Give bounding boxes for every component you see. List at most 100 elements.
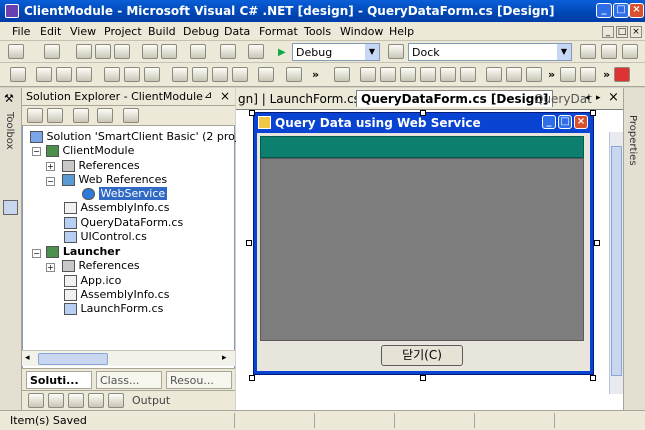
make-same-width-icon[interactable] (172, 67, 188, 82)
collapse-icon[interactable]: − (32, 147, 41, 156)
tab-launchform[interactable]: gn] | LaunchForm.cs (238, 92, 360, 106)
tab-left-arrow-icon[interactable]: ◂ (585, 93, 590, 103)
find-results-icon[interactable] (88, 393, 104, 408)
tree-app-ico[interactable]: App.ico (64, 274, 121, 289)
data-grid[interactable] (260, 158, 584, 341)
menu-debug[interactable]: Debug (183, 25, 219, 38)
resize-handle[interactable] (246, 240, 252, 246)
mdi-close-icon[interactable]: × (630, 26, 642, 38)
resize-handle[interactable] (249, 375, 255, 381)
tree-project-clientmodule[interactable]: ClientModule (46, 144, 134, 159)
open-icon[interactable] (76, 44, 92, 59)
resize-handle[interactable] (420, 110, 426, 116)
tab-right-arrow-icon[interactable]: ▸ (596, 93, 601, 103)
mdi-restore-icon[interactable]: □ (616, 26, 628, 38)
toolbox-label[interactable]: Toolbox (4, 112, 15, 150)
tab-querydataform-design[interactable]: QueryDataForm.cs [Design] (356, 90, 554, 107)
maximize-button[interactable]: □ (613, 3, 629, 18)
undo-icon[interactable] (190, 44, 206, 59)
header-panel[interactable] (260, 136, 584, 158)
properties-icon[interactable] (123, 108, 139, 123)
overflow-chevron-icon[interactable]: » (603, 68, 610, 81)
vertical-scrollbar[interactable] (609, 132, 623, 394)
collapse-icon[interactable]: − (46, 177, 55, 186)
table-icon[interactable] (526, 67, 542, 82)
properties-label[interactable]: Properties (627, 115, 638, 166)
redo-icon[interactable] (220, 44, 236, 59)
output-icon[interactable] (108, 393, 124, 408)
tree-webservice[interactable]: WebService (82, 187, 168, 202)
expand-icon[interactable]: + (46, 263, 55, 272)
horizontal-scrollbar[interactable]: ◂ ▸ (22, 350, 235, 366)
form-close-button[interactable]: × (574, 115, 588, 129)
center-horizontally-icon[interactable] (286, 67, 302, 82)
solution-explorer-icon[interactable] (580, 44, 596, 59)
overflow-chevron-icon[interactable]: » (548, 68, 555, 81)
scroll-thumb[interactable] (611, 146, 622, 376)
tab-class-view[interactable]: Class... (96, 371, 162, 389)
close-document-icon[interactable]: × (608, 90, 619, 105)
resize-handle[interactable] (590, 375, 596, 381)
close-button[interactable]: 닫기(C) (381, 345, 463, 366)
query-icon[interactable] (506, 67, 522, 82)
copy-icon[interactable] (161, 44, 177, 59)
cut-icon[interactable] (142, 44, 158, 59)
resize-handle[interactable] (594, 240, 600, 246)
close-window-button[interactable]: × (629, 3, 644, 18)
align-rights-icon[interactable] (76, 67, 92, 82)
tree-web-references[interactable]: Web References (62, 173, 167, 188)
expand-icon[interactable]: + (46, 162, 55, 171)
hammer-icon[interactable]: ⚒ (4, 92, 14, 105)
view-designer-icon[interactable] (47, 108, 63, 123)
tree-querydataform[interactable]: QueryDataForm.cs (64, 216, 183, 231)
tab-solution-explorer[interactable]: Soluti... (26, 371, 92, 389)
output-label[interactable]: Output (132, 394, 170, 407)
resize-handle[interactable] (420, 375, 426, 381)
make-same-size-icon[interactable] (232, 67, 248, 82)
align-to-grid-icon[interactable] (10, 67, 26, 82)
command-window-icon[interactable] (68, 393, 84, 408)
menu-tools[interactable]: Tools (304, 25, 331, 38)
tree-references[interactable]: References (62, 159, 140, 174)
save-icon[interactable] (95, 44, 111, 59)
tab-querydat[interactable]: QueryDat (534, 92, 592, 106)
form-maximize-button[interactable]: □ (558, 115, 572, 129)
align-lefts-icon[interactable] (36, 67, 52, 82)
scroll-thumb[interactable] (38, 353, 108, 365)
data-adapter-icon[interactable] (360, 67, 376, 82)
align-middles-icon[interactable] (124, 67, 140, 82)
scroll-right-icon[interactable]: ▸ (222, 353, 227, 363)
scroll-left-icon[interactable]: ◂ (25, 353, 30, 363)
tree-assemblyinfo[interactable]: AssemblyInfo.cs (64, 201, 169, 216)
task-list-icon[interactable] (28, 393, 44, 408)
find-combo[interactable]: Dock ▼ (408, 43, 572, 61)
pin-icon[interactable]: ⊿ (204, 90, 212, 101)
menu-file[interactable]: File (12, 25, 30, 38)
web-icon[interactable] (440, 67, 456, 82)
form-minimize-button[interactable]: _ (542, 115, 556, 129)
resize-handle[interactable] (590, 110, 596, 116)
menu-edit[interactable]: Edit (40, 25, 61, 38)
menu-format[interactable]: Format (259, 25, 298, 38)
show-all-files-icon[interactable] (97, 108, 113, 123)
new-project-icon[interactable] (8, 44, 24, 59)
tree-uicontrol[interactable]: UIControl.cs (64, 230, 147, 245)
tab-order-icon[interactable] (560, 67, 576, 82)
resize-handle[interactable] (249, 110, 255, 116)
server-icon[interactable] (486, 67, 502, 82)
navigate-icon[interactable] (248, 44, 264, 59)
properties-icon[interactable] (601, 44, 617, 59)
collapse-icon[interactable]: − (32, 249, 41, 258)
find-icon[interactable] (388, 44, 404, 59)
menu-view[interactable]: View (70, 25, 96, 38)
save-all-icon[interactable] (114, 44, 130, 59)
data-view-icon[interactable] (420, 67, 436, 82)
bring-to-front-icon[interactable] (334, 67, 350, 82)
view-code-icon[interactable] (27, 108, 43, 123)
overflow-chevron-icon[interactable]: » (312, 68, 319, 81)
server-explorer-icon[interactable] (3, 200, 18, 215)
tree-project-launcher[interactable]: Launcher (46, 245, 120, 260)
align-bottoms-icon[interactable] (144, 67, 160, 82)
add-item-icon[interactable] (44, 44, 60, 59)
lock-controls-icon[interactable] (580, 67, 596, 82)
